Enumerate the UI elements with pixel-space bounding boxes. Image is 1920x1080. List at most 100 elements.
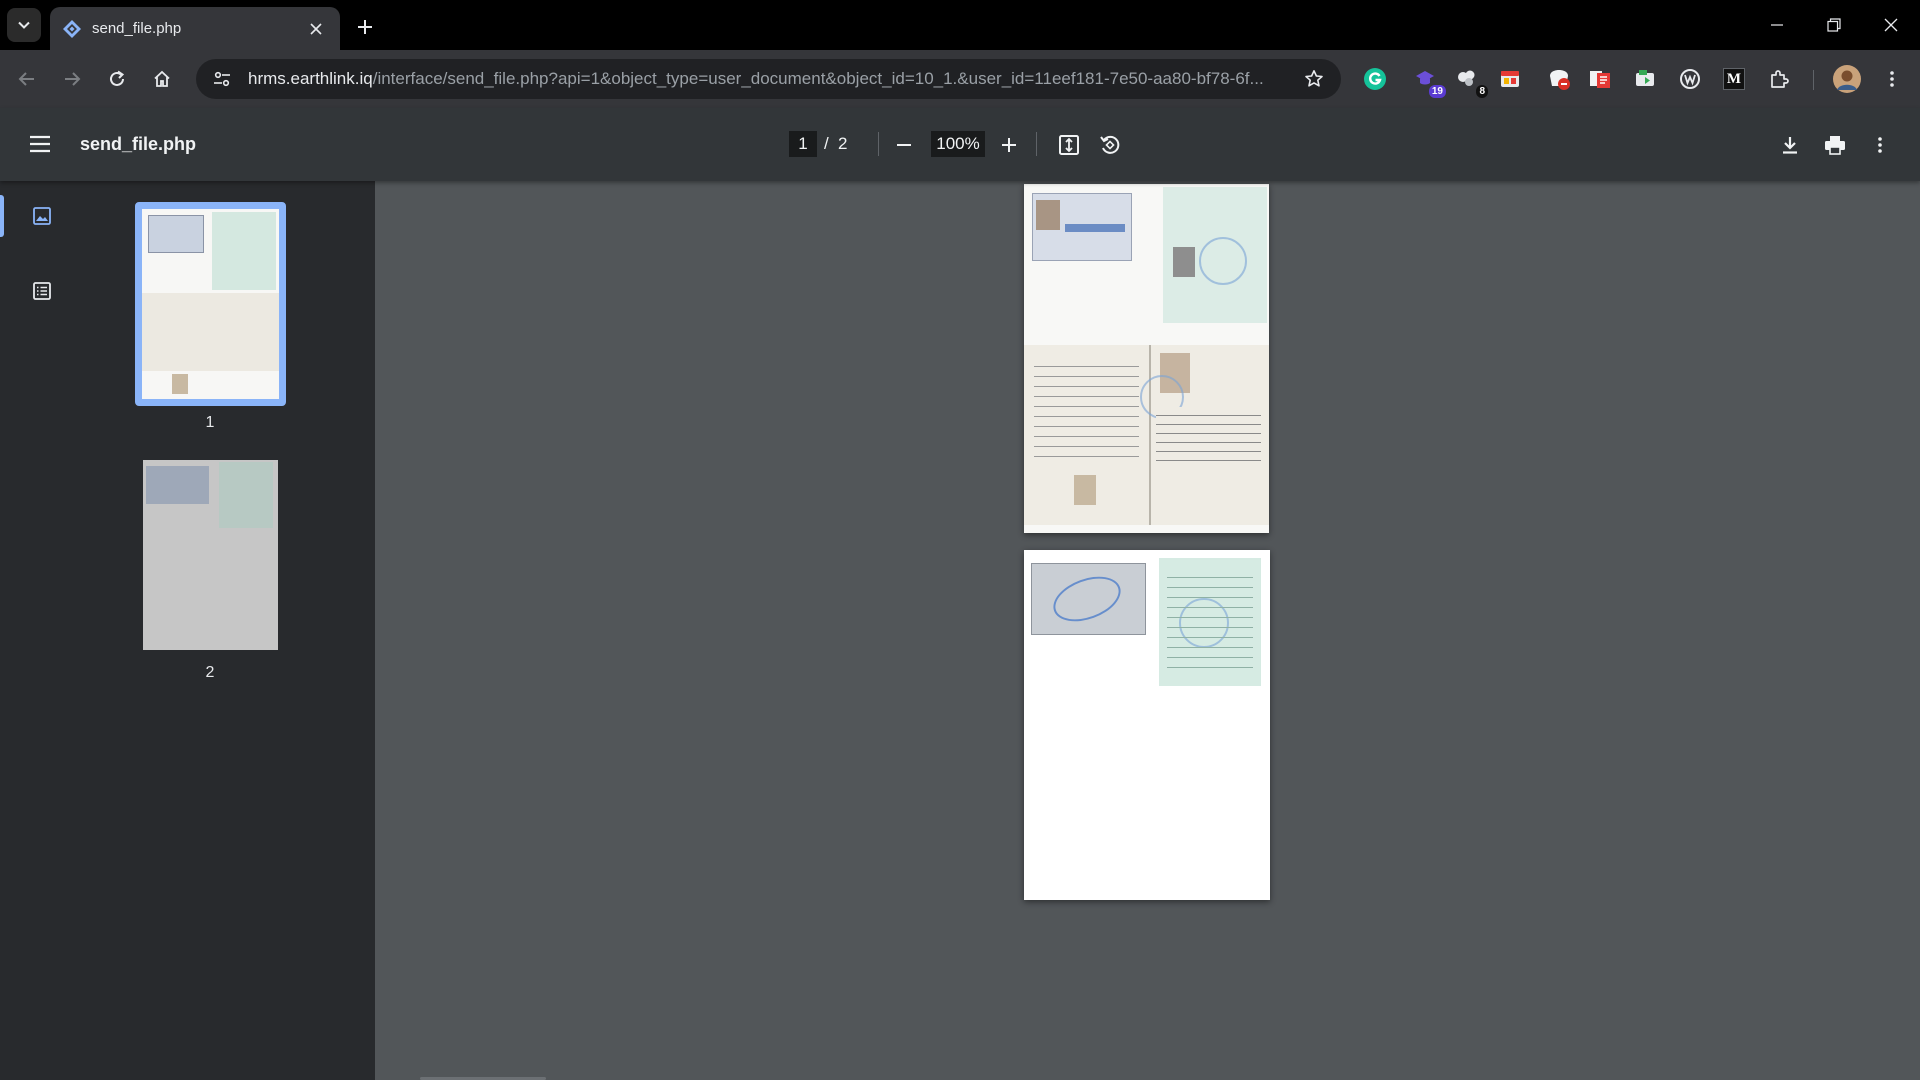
pdf-page-1 — [1024, 184, 1269, 533]
tab-strip: send_file.php — [0, 0, 1920, 50]
thumbnail-label: 1 — [205, 414, 215, 431]
blue-stamp — [1199, 237, 1247, 285]
pdf-sidebar: 1 2 — [0, 181, 375, 1080]
tab-title: send_file.php — [92, 20, 182, 37]
grammarly-icon[interactable] — [1360, 64, 1390, 94]
print-button[interactable] — [1818, 128, 1852, 162]
page-thumbnail-1[interactable] — [135, 202, 286, 406]
extension-icon[interactable] — [1495, 64, 1525, 94]
more-options-button[interactable] — [1863, 128, 1897, 162]
minimize-button[interactable] — [1748, 0, 1806, 50]
zoom-input[interactable]: 100% — [931, 131, 985, 157]
handwritten-lines — [1034, 357, 1139, 457]
download-icon — [1783, 137, 1797, 154]
address-bar[interactable]: hrms.earthlink.iq/interface/send_file.ph… — [196, 59, 1341, 99]
id-card-photo — [148, 215, 204, 253]
certificate-image — [1159, 558, 1261, 686]
arrow-left-icon — [18, 72, 34, 86]
stamp-image — [172, 374, 188, 394]
profile-avatar[interactable] — [1832, 64, 1862, 94]
fit-page-icon — [1059, 135, 1079, 155]
certificate-image — [212, 212, 276, 290]
close-icon — [1884, 18, 1898, 32]
page-total: 2 — [838, 134, 848, 153]
browser-toolbar: hrms.earthlink.iq/interface/send_file.ph… — [0, 50, 1920, 108]
chevron-down-icon — [18, 21, 30, 29]
extension-icon[interactable]: 8 — [1452, 64, 1488, 98]
thumbnail-view-button[interactable] — [26, 200, 58, 232]
restore-button[interactable] — [1805, 0, 1863, 50]
forward-button[interactable] — [55, 62, 89, 96]
id-card-image — [146, 466, 209, 504]
home-icon — [154, 70, 170, 87]
tab-search-button[interactable] — [7, 8, 41, 42]
pdf-canvas[interactable] — [375, 181, 1920, 1080]
url-path: /interface/send_file.php?api=1&object_ty… — [372, 69, 1264, 88]
pdf-page-2 — [1024, 550, 1270, 900]
bookmark-star-icon[interactable] — [1301, 66, 1327, 92]
page-separator: / — [824, 134, 829, 153]
extensions-puzzle-icon[interactable] — [1764, 64, 1794, 94]
reload-icon — [110, 70, 125, 86]
arrow-right-icon — [65, 72, 81, 86]
portrait-photo — [1036, 200, 1060, 230]
extension-icon[interactable] — [1544, 64, 1574, 94]
extension-badge: 19 — [1428, 85, 1446, 98]
tab-close-icon[interactable] — [304, 17, 328, 41]
print-icon — [1825, 136, 1845, 155]
extension-icon[interactable] — [1585, 64, 1615, 94]
plus-icon — [1002, 138, 1016, 152]
active-view-indicator — [0, 195, 4, 237]
browser-menu-icon[interactable] — [1877, 64, 1907, 94]
toolbar-divider — [1813, 70, 1814, 90]
zoom-out-button[interactable] — [887, 128, 921, 162]
pdf-sidebar-toggle-button[interactable] — [24, 128, 56, 160]
minimize-icon — [1771, 24, 1783, 26]
id-card-image — [1031, 563, 1146, 635]
portrait-photo — [1173, 247, 1195, 277]
document-outline-button[interactable] — [26, 275, 58, 307]
close-window-button[interactable] — [1862, 0, 1920, 50]
url-host: hrms.earthlink.iq — [248, 69, 373, 88]
zoom-in-button[interactable] — [992, 128, 1026, 162]
download-button[interactable] — [1773, 128, 1807, 162]
outline-list-icon — [33, 282, 51, 300]
new-tab-button[interactable] — [350, 12, 380, 42]
reload-button[interactable] — [100, 62, 134, 96]
certificate-image — [1163, 187, 1267, 323]
extension-icon[interactable] — [1675, 64, 1705, 94]
extension-icon[interactable]: 19 — [1410, 64, 1446, 98]
rotate-button[interactable] — [1093, 128, 1127, 162]
restore-icon — [1827, 18, 1841, 32]
page-fold-line — [1149, 345, 1151, 525]
site-info-icon[interactable] — [210, 67, 234, 91]
printed-lines — [1156, 407, 1261, 467]
certificate-image — [219, 462, 273, 528]
document-image — [142, 293, 279, 371]
image-icon — [33, 207, 51, 225]
back-button[interactable] — [10, 62, 44, 96]
card-text-band — [1065, 224, 1125, 232]
id-card-image — [1032, 193, 1132, 261]
extension-icon[interactable] — [1630, 64, 1660, 94]
medium-icon[interactable]: M — [1719, 64, 1749, 94]
extension-badge: 8 — [1476, 85, 1488, 98]
thumbnail-label: 2 — [205, 664, 215, 681]
active-tab[interactable]: send_file.php — [50, 7, 340, 50]
blue-signature — [1047, 568, 1127, 630]
pdf-filename: send_file.php — [80, 134, 197, 154]
medium-icon-label: M — [1723, 68, 1745, 90]
home-button[interactable] — [145, 62, 179, 96]
page-number-input[interactable]: 1 — [789, 131, 817, 157]
url-text: hrms.earthlink.iq/interface/send_file.ph… — [248, 69, 1301, 89]
toolbar-divider — [878, 132, 879, 156]
fit-to-page-button[interactable] — [1052, 128, 1086, 162]
page-thumbnail-2[interactable] — [143, 460, 278, 650]
thumbnail-page-image — [142, 209, 279, 399]
pdf-toolbar: send_file.php 1 / 2 100% — [0, 108, 1920, 181]
site-favicon-icon — [63, 19, 81, 38]
nationality-certificate-image — [1024, 345, 1269, 525]
menu-icon — [30, 135, 50, 153]
revenue-stamp — [1074, 475, 1096, 505]
plus-icon — [358, 20, 372, 34]
